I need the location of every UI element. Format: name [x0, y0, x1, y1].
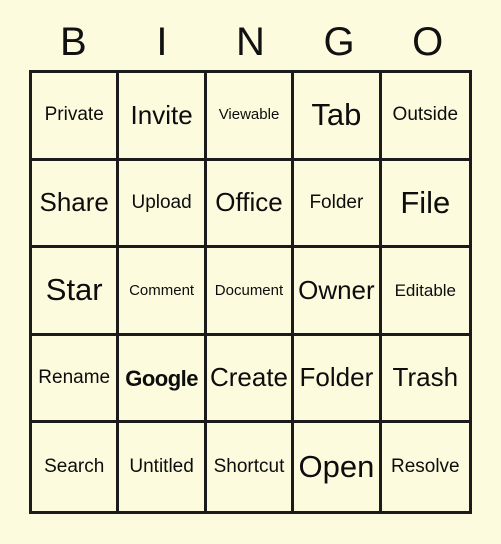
bingo-cell[interactable]: Office: [206, 160, 295, 249]
bingo-cell[interactable]: Folder: [294, 160, 382, 249]
bingo-grid: Private Invite Viewable Tab Outside Share Uplo…: [29, 70, 472, 514]
bingo-cell-label: Share: [39, 187, 109, 218]
bingo-cell[interactable]: Google: [119, 335, 207, 424]
bingo-cell-label: Invite: [130, 99, 193, 130]
bingo-cell[interactable]: Open: [294, 423, 382, 511]
bingo-cell[interactable]: Shortcut: [206, 423, 295, 511]
bingo-cell[interactable]: Comment: [119, 248, 207, 336]
bingo-header-row: BINGO: [29, 14, 472, 70]
bingo-cell[interactable]: Share: [32, 160, 120, 249]
bingo-cell-label: Upload: [131, 191, 192, 213]
bingo-cell[interactable]: Private: [32, 73, 120, 161]
bingo-cell[interactable]: Create: [206, 335, 295, 424]
bingo-cell[interactable]: Search: [32, 423, 120, 511]
bingo-header-letter-i: I: [156, 20, 168, 64]
bingo-cell[interactable]: Owner: [294, 248, 382, 336]
bingo-cell-label: Star: [45, 272, 103, 308]
bingo-cell-label: File: [400, 184, 451, 220]
bingo-cell[interactable]: Rename: [32, 335, 120, 424]
bingo-cell[interactable]: File: [381, 160, 469, 249]
bingo-cell-label: Resolve: [390, 456, 460, 478]
bingo-cell[interactable]: Invite: [119, 73, 207, 161]
bingo-cell-label: Create: [209, 362, 289, 393]
bingo-cell[interactable]: Upload: [119, 160, 207, 249]
bingo-cell-label: Untitled: [129, 456, 194, 478]
bingo-cell-label: Document: [214, 281, 284, 299]
bingo-header-letter-o: O: [412, 20, 444, 64]
bingo-cell-label: Office: [215, 187, 283, 218]
bingo-cell[interactable]: Resolve: [381, 423, 469, 511]
bingo-cell-label: Editable: [394, 280, 457, 300]
bingo-cell[interactable]: Trash: [381, 335, 469, 424]
bingo-cell[interactable]: Untitled: [119, 423, 207, 511]
bingo-cell-label: Trash: [392, 362, 459, 393]
bingo-header-letter-g: G: [323, 20, 355, 64]
bingo-cell-label: Folder: [299, 362, 374, 393]
bingo-cell-label: Open: [298, 448, 375, 484]
bingo-cell[interactable]: Folder: [294, 335, 382, 424]
bingo-cell[interactable]: Document: [206, 248, 295, 336]
bingo-header-letter-n: N: [236, 20, 265, 64]
bingo-cell-label: Owner: [298, 274, 375, 305]
bingo-card: B I N G O Private Invite Viewable Tab Outside Sha…: [0, 0, 501, 544]
bingo-cell-label: Rename: [38, 367, 111, 389]
bingo-cell-label: Private: [44, 104, 104, 126]
bingo-cell[interactable]: Viewable: [206, 73, 295, 161]
bingo-header-letter-b: B: [59, 20, 87, 64]
bingo-cell-label: Comment: [129, 281, 195, 299]
bingo-cell[interactable]: Outside: [381, 73, 469, 161]
bingo-cell-label: Tab: [311, 97, 362, 133]
bingo-cell[interactable]: Tab: [294, 73, 382, 161]
bingo-cell[interactable]: Editable: [381, 248, 469, 336]
bingo-cell-label: Shortcut: [213, 456, 285, 478]
bingo-cell-label: Search: [44, 456, 105, 478]
bingo-cell-label: Folder: [309, 191, 364, 213]
bingo-cell-label: Viewable: [218, 106, 280, 124]
bingo-cell[interactable]: Star: [32, 248, 120, 336]
bingo-cell-label: Google: [125, 365, 198, 391]
bingo-cell-label: Outside: [392, 104, 459, 126]
